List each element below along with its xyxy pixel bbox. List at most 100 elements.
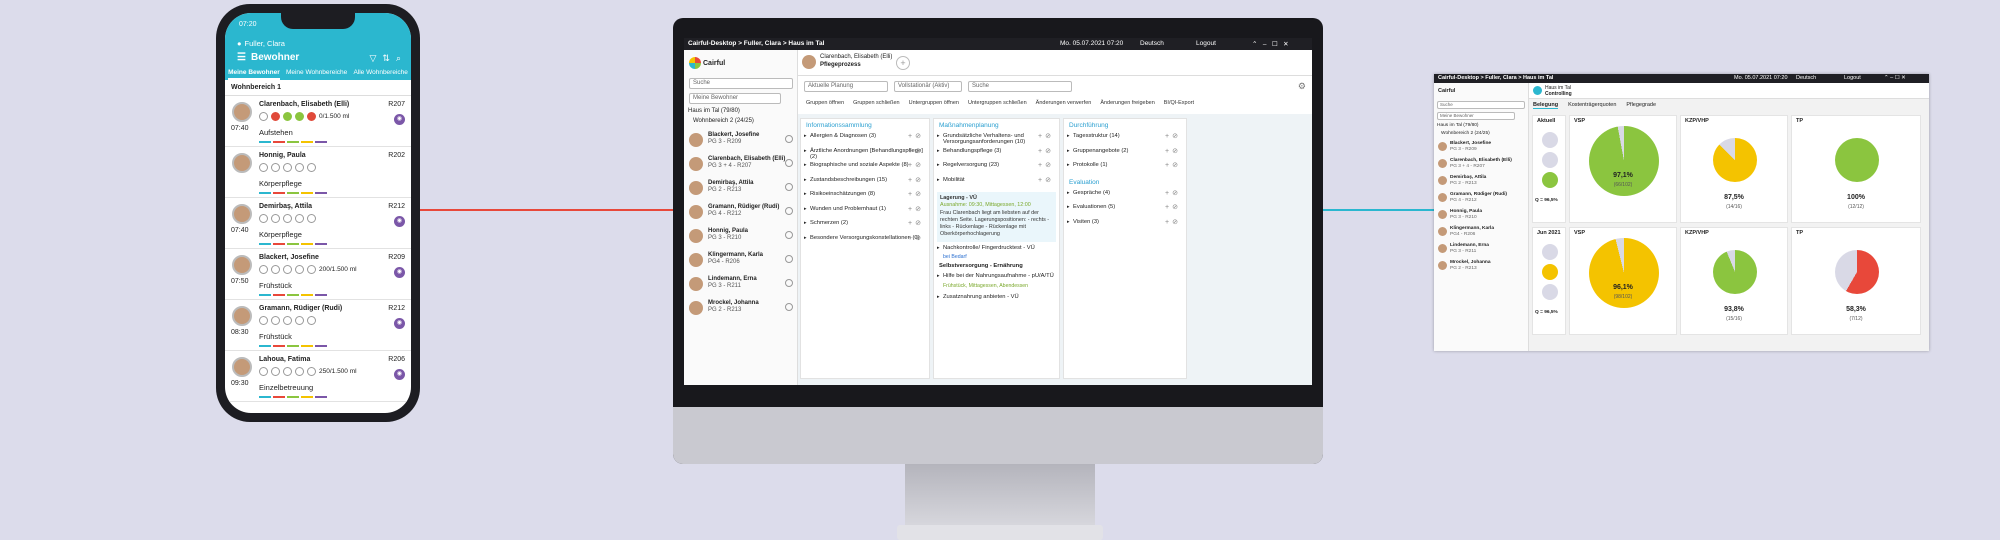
add-check-icons[interactable]: +⊘: [908, 132, 924, 140]
sidebar-resident[interactable]: Klingermann, Karla PG4 - R206: [684, 250, 798, 274]
task-status-icon[interactable]: [307, 316, 316, 325]
plan-item[interactable]: Regelversorgung (23) +⊘: [934, 161, 1059, 176]
plan-item[interactable]: Zustandsbeschreibungen (15) +⊘: [801, 176, 929, 191]
add-check-icons[interactable]: +⊘: [1165, 203, 1181, 211]
add-tab-icon[interactable]: +: [896, 56, 910, 70]
task-status-icon[interactable]: [295, 367, 304, 376]
task-status-icon[interactable]: [271, 163, 280, 172]
add-check-icons[interactable]: +⊘: [908, 205, 924, 213]
task-status-icon[interactable]: [307, 214, 316, 223]
controlling-window-controls[interactable]: ⌃ – ☐ ✕: [1884, 75, 1906, 81]
task-status-icon[interactable]: [295, 163, 304, 172]
add-check-icons[interactable]: +⊘: [908, 219, 924, 227]
toolbar-action[interactable]: Untergruppen schließen: [968, 100, 1027, 112]
tab-my-residents[interactable]: Meine Bewohner: [228, 68, 280, 80]
status-select[interactable]: Vollstationär (Aktiv): [894, 81, 962, 92]
controlling-tree-house[interactable]: Haus im Tal (79/80): [1437, 123, 1479, 128]
controlling-search[interactable]: Suche: [1437, 101, 1525, 109]
plan-item[interactable]: Gruppenangebote (2) +⊘: [1064, 147, 1186, 162]
task-status-icon[interactable]: [259, 214, 268, 223]
task-status-icon[interactable]: [307, 112, 316, 121]
plan-item[interactable]: Evaluationen (5) +⊘: [1064, 203, 1186, 218]
controlling-resident[interactable]: Klingermann, Karla PG4 - R206: [1436, 226, 1528, 240]
subtab-care-levels[interactable]: Pflegegrade: [1626, 102, 1656, 109]
occupancy-panel[interactable]: VSP 97,1% (66/102): [1569, 115, 1677, 223]
controlling-resident[interactable]: Gramann, Rüdiger (Rudi) PG 4 - R212: [1436, 192, 1528, 206]
measure-item[interactable]: Zusatznahrung anbieten - VÜ: [934, 293, 1059, 308]
sidebar-resident[interactable]: Clarenbach, Elisabeth (Elli) PG 3 + 4 - R…: [684, 154, 798, 178]
controlling-resident[interactable]: Mrockel, Johanna PG 2 - R213: [1436, 260, 1528, 274]
sidebar-resident[interactable]: Mrockel, Johanna PG 2 - R213: [684, 298, 798, 322]
tree-area[interactable]: Wohnbereich 2 (24/25): [693, 118, 754, 124]
task-status-icon[interactable]: [271, 112, 280, 121]
task-status-icon[interactable]: [271, 316, 280, 325]
task-status-icon[interactable]: [259, 112, 268, 121]
task-status-icon[interactable]: [259, 367, 268, 376]
task-status-icon[interactable]: [307, 367, 316, 376]
add-check-icons[interactable]: +⊘: [1038, 161, 1054, 169]
task-status-icon[interactable]: [271, 214, 280, 223]
controlling-resident[interactable]: Clarenbach, Elisabeth (Elli) PG 3 + 4 - R…: [1436, 158, 1528, 172]
plan-item[interactable]: Schmerzen (2) +⊘: [801, 219, 929, 234]
plan-item[interactable]: Visiten (3) +⊘: [1064, 218, 1186, 233]
add-check-icons[interactable]: +⊘: [1165, 189, 1181, 197]
occupancy-panel[interactable]: VSP 96,1% (98/102): [1569, 227, 1677, 335]
task-status-icon[interactable]: [283, 316, 292, 325]
plan-item[interactable]: Protokolle (1) +⊘: [1064, 161, 1186, 176]
sort-icon[interactable]: ⇅: [382, 53, 390, 64]
care-badge-icon[interactable]: ◉: [394, 369, 405, 380]
add-check-icons[interactable]: +⊘: [1038, 147, 1054, 155]
sidebar-resident[interactable]: Demirbaş, Attila PG 2 - R213: [684, 178, 798, 202]
task-status-icon[interactable]: [295, 316, 304, 325]
care-badge-icon[interactable]: ◉: [394, 318, 405, 329]
task-status-icon[interactable]: [259, 316, 268, 325]
subtab-cost-quotas[interactable]: Kostenträgerquoten: [1568, 102, 1616, 109]
resident-row[interactable]: Clarenbach, Elisabeth (Elli) R207 07:40 Auf…: [225, 96, 411, 147]
task-status-icon[interactable]: [259, 163, 268, 172]
add-check-icons[interactable]: +⊘: [908, 161, 924, 169]
toolbar-action[interactable]: Änderungen freigeben: [1100, 100, 1154, 112]
add-check-icons[interactable]: +⊘: [908, 234, 924, 242]
plan-item[interactable]: Mobilität +⊘: [934, 176, 1059, 191]
add-check-icons[interactable]: +⊘: [1165, 132, 1181, 140]
plan-item[interactable]: Allergien & Diagnosen (3) +⊘: [801, 132, 929, 147]
plan-item[interactable]: Gespräche (4) +⊘: [1064, 189, 1186, 204]
resident-row[interactable]: Demirbaş, Attila R212 07:40 Körperpflege ◉: [225, 198, 411, 249]
resident-row[interactable]: Lahoua, Fatima R206 09:30 Einzelbetreuung 25…: [225, 351, 411, 402]
search-icon[interactable]: ⌕: [396, 53, 401, 64]
add-check-icons[interactable]: +⊘: [1165, 218, 1181, 226]
task-status-icon[interactable]: [283, 214, 292, 223]
add-check-icons[interactable]: +⊘: [1038, 132, 1054, 140]
plan-item[interactable]: Besondere Versorgungskonstellationen (0)…: [801, 234, 929, 249]
toolbar-action[interactable]: Gruppen schließen: [853, 100, 899, 112]
plan-item[interactable]: Biographische und soziale Aspekte (8)+⊘: [801, 161, 929, 176]
sidebar-resident[interactable]: Blackert, Josefine PG 3 - R209: [684, 130, 798, 154]
care-badge-icon[interactable]: ◉: [394, 114, 405, 125]
occupancy-panel[interactable]: TP 100% (12/12): [1791, 115, 1921, 223]
task-status-icon[interactable]: [283, 367, 292, 376]
sidebar-resident[interactable]: Gramann, Rüdiger (Rudi) PG 4 - R212: [684, 202, 798, 226]
tab-all-areas[interactable]: Alle Wohnbereiche: [353, 68, 407, 80]
occupancy-panel[interactable]: KZP/VHP 87,5% (14/16): [1680, 115, 1788, 223]
toolbar-action[interactable]: Gruppen öffnen: [806, 100, 844, 112]
plan-item[interactable]: Grundsätzliche Verhaltens- und Versorgun…: [934, 132, 1059, 147]
menu-icon[interactable]: ☰: [237, 52, 246, 63]
task-status-icon[interactable]: [259, 265, 268, 274]
plan-item[interactable]: Wunden und Problemhaut (1) +⊘: [801, 205, 929, 220]
toolbar-action[interactable]: Änderungen verwerfen: [1036, 100, 1092, 112]
task-status-icon[interactable]: [295, 112, 304, 121]
task-status-icon[interactable]: [283, 112, 292, 121]
task-status-icon[interactable]: [271, 367, 280, 376]
occupancy-panel[interactable]: TP 58,3% (7/12): [1791, 227, 1921, 335]
task-status-icon[interactable]: [295, 214, 304, 223]
plan-item[interactable]: Risikoeinschätzungen (8) +⊘: [801, 190, 929, 205]
plan-item[interactable]: Behandlungspflege (3) +⊘: [934, 147, 1059, 162]
measure-card[interactable]: Lagerung - VÜ Ausnahme: 09:30, Mittagess…: [937, 192, 1056, 242]
task-status-icon[interactable]: [307, 163, 316, 172]
controlling-resident[interactable]: Blackert, Josefine PG 3 - R209: [1436, 141, 1528, 155]
resident-row[interactable]: Gramann, Rüdiger (Rudi) R212 08:30 Frühstüc…: [225, 300, 411, 351]
task-status-icon[interactable]: [295, 265, 304, 274]
tree-house[interactable]: Haus im Tal (79/80): [688, 108, 740, 114]
add-check-icons[interactable]: +⊘: [908, 147, 924, 155]
add-check-icons[interactable]: +⊘: [1165, 161, 1181, 169]
